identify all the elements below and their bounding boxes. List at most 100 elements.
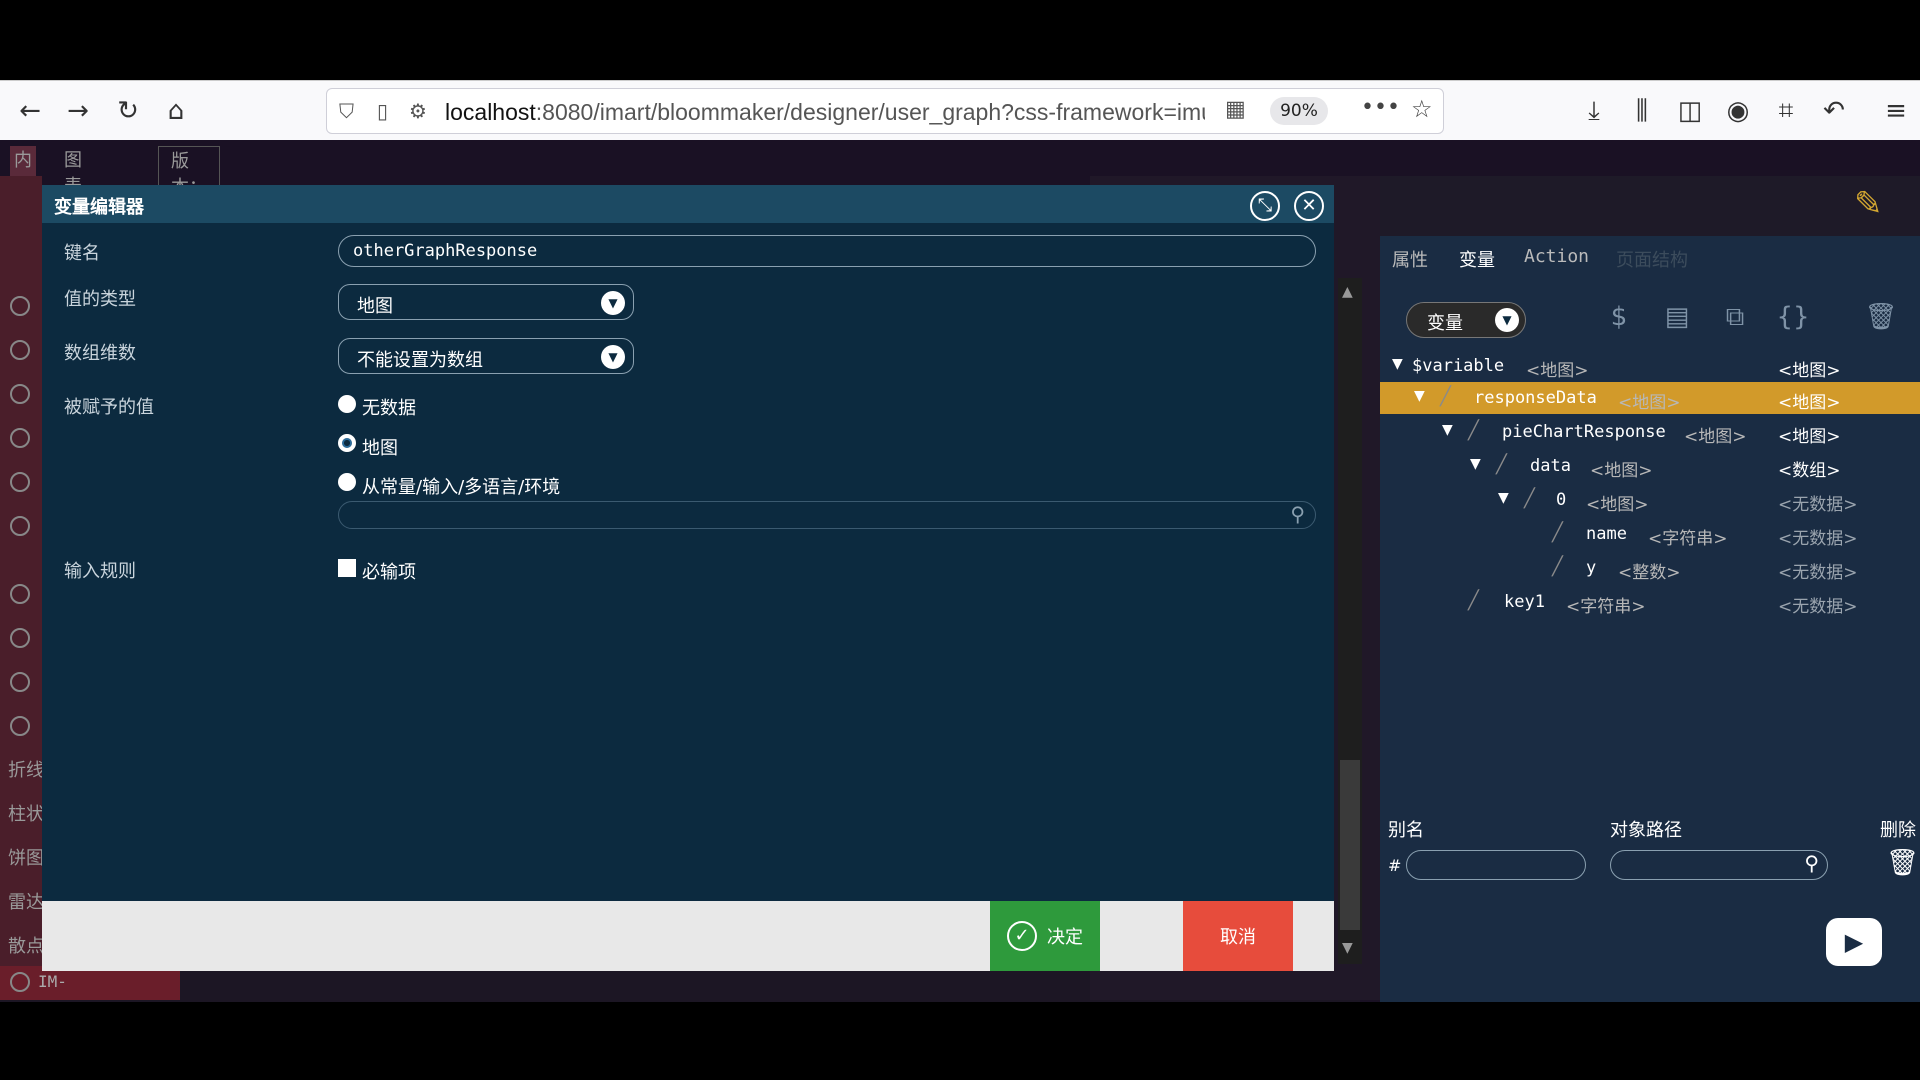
download-icon[interactable]: ⤓ [1576, 93, 1612, 129]
tab-page-structure[interactable]: 页面结构 [1616, 246, 1688, 272]
add-variable-icon[interactable]: $ [1598, 302, 1640, 342]
play-circle-icon[interactable] [10, 384, 30, 404]
play-circle-icon[interactable] [10, 428, 30, 448]
object-path-input[interactable]: ⚲ [1610, 850, 1828, 880]
pencil-icon[interactable]: ╱ [1440, 386, 1451, 407]
account-icon[interactable]: ◉ [1720, 93, 1756, 129]
dialog-footer: ✓ 决定 取消 [42, 901, 1334, 971]
copy-variable-icon[interactable]: ⧉ [1714, 302, 1756, 342]
page-actions-icon[interactable]: ••• [1361, 95, 1400, 120]
array-dimension-select[interactable]: 不能设置为数组 ▼ [338, 338, 634, 374]
play-circle-icon[interactable] [10, 516, 30, 536]
trash-icon[interactable]: 🗑 [1886, 848, 1919, 878]
url-text[interactable]: localhost:8080/imart/bloommaker/designer… [445, 99, 1205, 126]
sidebar-icon[interactable]: ◫ [1672, 93, 1708, 129]
video-play-icon[interactable]: ▶ [1826, 918, 1882, 966]
close-icon[interactable]: ✕ [1294, 191, 1324, 221]
tree-node-name: key1 [1504, 592, 1545, 612]
menu-icon[interactable]: ≡ [1878, 93, 1914, 129]
tree-row[interactable]: ▼ ╱ data <地图> <数组> [1380, 450, 1920, 482]
required-checkbox-label[interactable]: 必输项 [362, 558, 416, 584]
play-circle-icon[interactable] [10, 472, 30, 492]
library-icon[interactable]: ⫼ [1624, 93, 1660, 129]
radio-constant[interactable] [338, 473, 356, 491]
expand-arrow-icon[interactable]: ▼ [1414, 388, 1425, 404]
tab-properties[interactable]: 属性 [1392, 246, 1428, 272]
expand-arrow-icon[interactable]: ▼ [1442, 422, 1453, 438]
tree-row[interactable]: ╱ name <字符串> <无数据> [1380, 518, 1920, 550]
variable-scope-select[interactable]: 变量 ▼ [1406, 302, 1526, 338]
collapse-circle-icon[interactable] [10, 716, 30, 736]
search-icon[interactable]: ⚲ [1290, 502, 1305, 526]
radio-map[interactable] [338, 434, 356, 452]
zoom-badge[interactable]: 90% [1270, 97, 1328, 125]
home-icon[interactable]: ⌂ [158, 93, 194, 129]
tree-row[interactable]: ▼ $variable <地图> <地图> [1380, 350, 1920, 382]
key-name-input[interactable] [338, 235, 1316, 267]
tree-row[interactable]: ▼ ╱ 0 <地图> <无数据> [1380, 484, 1920, 516]
tab-variables[interactable]: 变量 [1459, 246, 1495, 272]
right-panel-top: ✎ [1380, 176, 1920, 236]
url-bar[interactable]: ⛉ ▯ ⚙ localhost:8080/imart/bloommaker/de… [326, 88, 1444, 134]
pencil-icon[interactable]: ╱ [1552, 522, 1563, 543]
hash-label: # [1388, 856, 1402, 875]
browser-toolbar: ← → ↻ ⌂ ⛉ ▯ ⚙ localhost:8080/imart/bloom… [0, 80, 1920, 140]
play-circle-icon[interactable] [10, 672, 30, 692]
shrink-icon[interactable]: ⤡ [1250, 191, 1280, 221]
alias-input[interactable] [1406, 850, 1586, 880]
play-circle-icon[interactable] [10, 628, 30, 648]
pencil-icon[interactable]: ╱ [1552, 556, 1563, 577]
radio-no-data-label[interactable]: 无数据 [362, 394, 416, 420]
tree-node-type: <整数> [1618, 563, 1681, 583]
chevron-down-icon: ▼ [1495, 308, 1519, 332]
pencil-icon[interactable]: ╱ [1468, 590, 1479, 611]
radio-constant-label[interactable]: 从常量/输入/多语言/环境 [362, 473, 560, 499]
bookmark-star-icon[interactable]: ☆ [1411, 95, 1433, 123]
search-icon[interactable]: ⚲ [1804, 851, 1819, 875]
tree-row[interactable]: ╱ key1 <字符串> <无数据> [1380, 586, 1920, 618]
forward-icon[interactable]: → [60, 93, 96, 129]
left-label-bar[interactable]: 柱状 [8, 800, 44, 826]
play-circle-icon[interactable] [10, 584, 30, 604]
reload-icon[interactable]: ↻ [110, 93, 146, 129]
required-checkbox[interactable] [338, 559, 356, 577]
trash-icon[interactable]: 🗑 [1860, 302, 1902, 342]
left-label-line[interactable]: 折线 [8, 756, 44, 782]
tree-row[interactable]: ╱ y <整数> <无数据> [1380, 552, 1920, 584]
expand-arrow-icon[interactable]: ▼ [1498, 490, 1509, 506]
undo-icon[interactable]: ↶ [1816, 93, 1852, 129]
constant-search-input[interactable]: ⚲ [338, 501, 1316, 529]
left-label-pie[interactable]: 饼图 [8, 844, 44, 870]
bottom-left-item[interactable]: IM- [0, 966, 180, 1000]
scroll-down-icon[interactable]: ▼ [1342, 940, 1353, 956]
screenshot-icon[interactable]: ⌗ [1768, 93, 1804, 129]
tree-node-value: <数组> [1778, 461, 1841, 481]
left-label-radar[interactable]: 雷达 [8, 888, 44, 914]
play-circle-icon[interactable] [10, 296, 30, 316]
permissions-icon[interactable]: ⚙ [409, 99, 427, 123]
pencil-icon[interactable]: ╱ [1468, 420, 1479, 441]
edit-icon[interactable]: ✎ [1854, 184, 1883, 224]
add-database-icon[interactable]: ▤ [1656, 302, 1698, 342]
screen: ← → ↻ ⌂ ⛉ ▯ ⚙ localhost:8080/imart/bloom… [0, 0, 1920, 1080]
scroll-up-icon[interactable]: ▲ [1342, 284, 1353, 300]
pencil-icon[interactable]: ╱ [1524, 488, 1535, 509]
qr-code-icon[interactable]: ▦ [1225, 97, 1246, 122]
scrollbar-thumb[interactable] [1340, 760, 1360, 930]
back-icon[interactable]: ← [12, 93, 48, 129]
tab-action[interactable]: Action [1524, 246, 1589, 267]
left-label-scatter[interactable]: 散点 [8, 932, 44, 958]
confirm-button[interactable]: ✓ 决定 [990, 901, 1100, 971]
tree-row[interactable]: ▼ ╱ pieChartResponse <地图> <地图> [1380, 416, 1920, 448]
play-circle-icon[interactable] [10, 340, 30, 360]
pencil-icon[interactable]: ╱ [1496, 454, 1507, 475]
expand-arrow-icon[interactable]: ▼ [1392, 356, 1403, 372]
cancel-button[interactable]: 取消 [1183, 901, 1293, 971]
radio-no-data[interactable] [338, 395, 356, 413]
radio-map-label[interactable]: 地图 [362, 434, 398, 460]
dialog-title: 变量编辑器 [54, 197, 144, 218]
expand-arrow-icon[interactable]: ▼ [1470, 456, 1481, 472]
tree-row-selected[interactable]: ▼ ╱ responseData <地图> <地图> [1380, 382, 1920, 414]
value-type-select[interactable]: 地图 ▼ [338, 284, 634, 320]
json-icon[interactable]: {} [1772, 302, 1814, 342]
